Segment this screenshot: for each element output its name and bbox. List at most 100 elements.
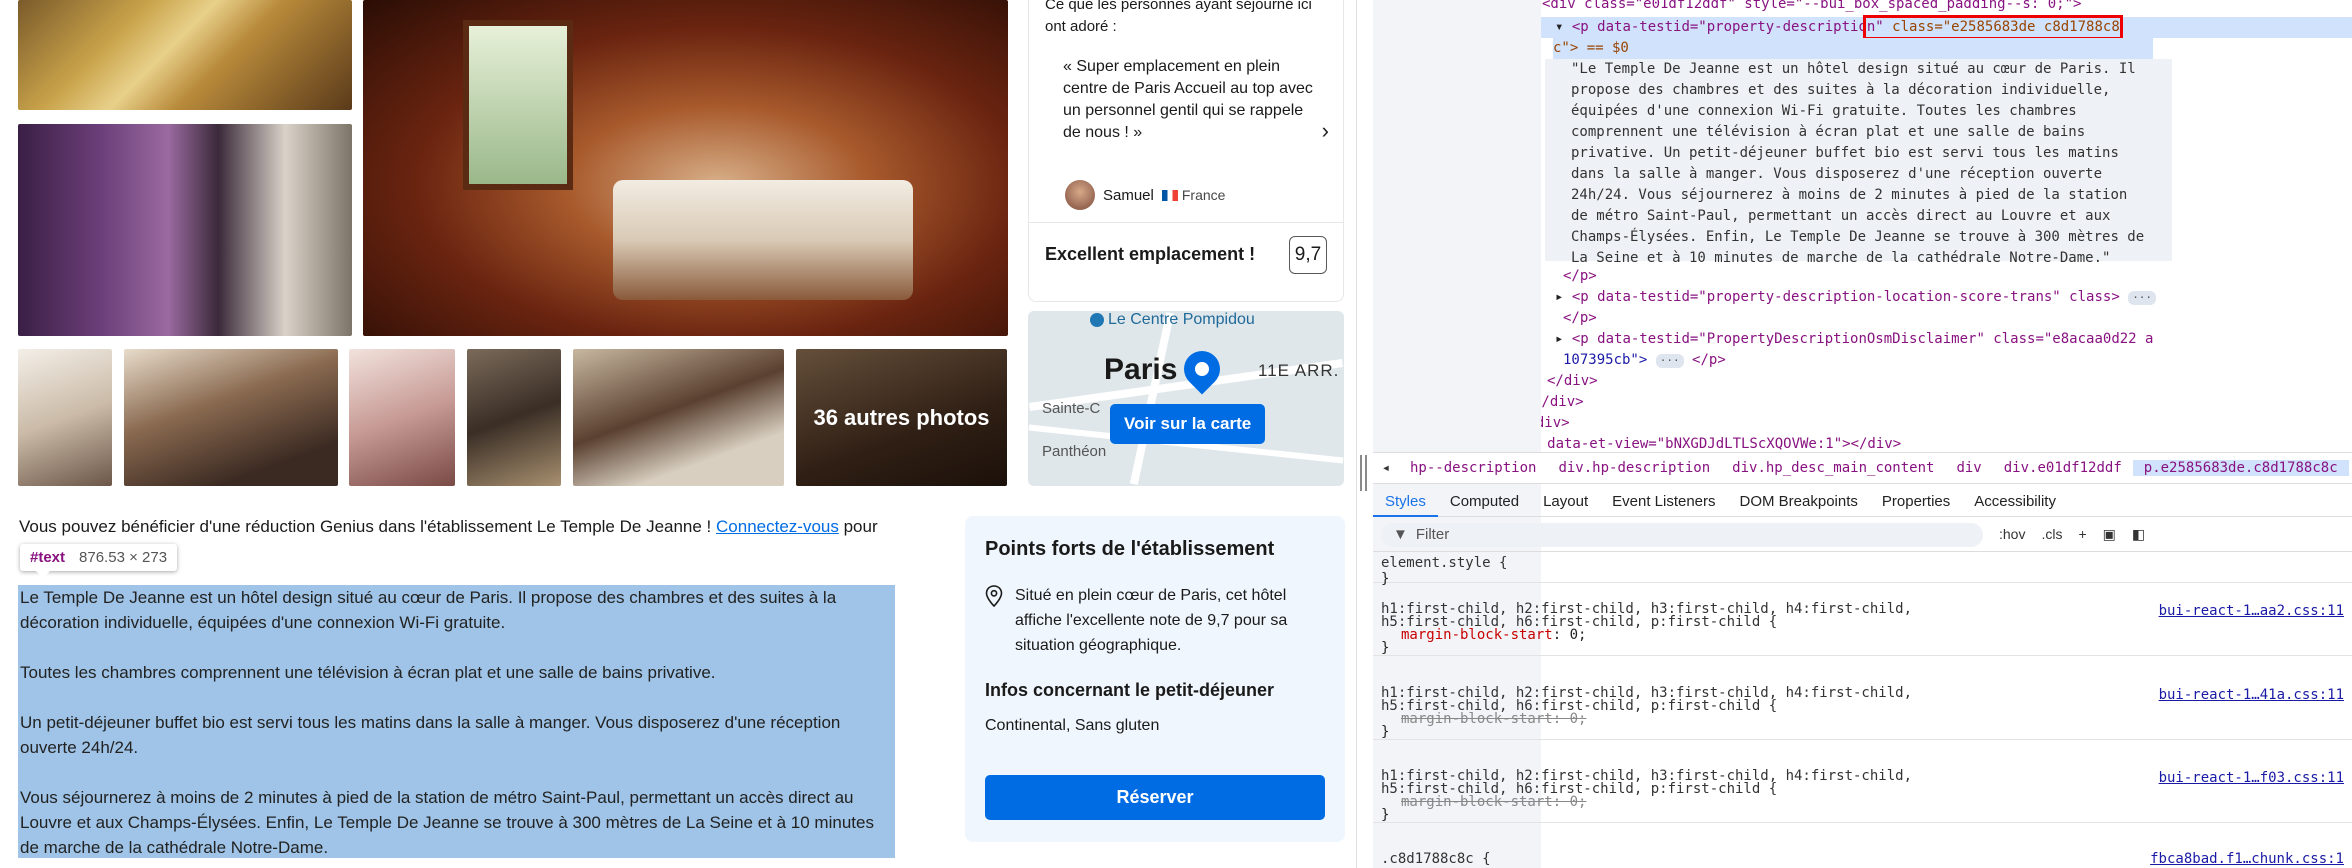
tab-layout[interactable]: Layout [1531, 487, 1600, 517]
breadcrumb: ◂ hp--description div.hp-description div… [1373, 452, 2352, 484]
breadcrumb-item[interactable]: hp--description [1399, 460, 1547, 476]
breadcrumb-item[interactable]: div.e01df12ddf [1993, 460, 2133, 476]
css-property[interactable]: margin-block-start [1401, 627, 1553, 643]
rule-source-link[interactable]: bui-react-1…aa2.css:11 [2159, 604, 2344, 618]
expand-arrow-icon[interactable]: ▸ [1555, 289, 1563, 305]
breadcrumb-item[interactable]: div.hp_desc_main_content [1721, 460, 1945, 476]
breadcrumb-scroll-left-icon[interactable]: ◂ [1373, 460, 1399, 476]
photo-bed [613, 180, 913, 300]
rule-source-link[interactable]: bui-react-1…41a.css:11 [2159, 688, 2344, 702]
css-value[interactable]: 0 [1570, 627, 1578, 643]
breadcrumb-item[interactable]: div [1945, 460, 1992, 476]
filter-placeholder: Filter [1415, 526, 1450, 543]
dom-node-line[interactable]: ▸ <p data-testid="PropertyDescriptionOsm… [1555, 329, 2153, 350]
expand-arrow-icon[interactable]: ▸ [1555, 331, 1563, 347]
tab-event-listeners[interactable]: Event Listeners [1600, 487, 1727, 517]
tab-styles[interactable]: Styles [1373, 487, 1438, 517]
dom-node-line[interactable]: ▸ <p data-testid="property-description-l… [1555, 287, 2157, 308]
map-arrondissement-label: 11E ARR. [1258, 361, 1340, 380]
thumbnail-photo[interactable] [349, 349, 455, 486]
dom-node-line[interactable]: </div> [1547, 371, 1598, 392]
thumbnail-photo[interactable] [573, 349, 784, 486]
resize-handle[interactable] [1360, 455, 1368, 491]
description-paragraph: Le Temple De Jeanne est un hôtel design … [20, 588, 837, 632]
photo-room-purple[interactable] [18, 124, 352, 336]
property-highlights-card: Points forts de l'établissement Situé en… [965, 516, 1345, 842]
guest-review-card: Ce que les personnes ayant séjourné ici … [1028, 0, 1344, 302]
location-rating-label: Excellent emplacement ! [1045, 244, 1256, 264]
photo-main-bedroom[interactable] [363, 0, 1008, 336]
dom-node-line[interactable]: </div> [1541, 413, 1570, 434]
divider [1029, 222, 1343, 223]
view-on-map-button[interactable]: Voir sur la carte [1110, 404, 1266, 444]
css-property-overridden[interactable]: margin-block-start [1401, 711, 1553, 727]
rule-selector: element.style { [1381, 555, 1508, 571]
filter-icon: ▼ [1393, 526, 1408, 543]
filter-input[interactable]: ▼ Filter [1381, 522, 1983, 547]
reserve-button[interactable]: Réserver [985, 775, 1325, 820]
map-label: Sainte-C [1042, 400, 1101, 417]
collapse-arrow-icon[interactable]: ▾ [1555, 19, 1563, 35]
map-label: Panthéon [1042, 443, 1107, 460]
css-property-overridden[interactable]: margin-block-start [1401, 794, 1553, 810]
style-rule: h1:first-child, h2:first-child, h3:first… [1373, 685, 2352, 740]
thumbnail-photo[interactable] [467, 349, 561, 486]
hover-state-toggle[interactable]: :hov [1999, 526, 2025, 543]
tab-dom-breakpoints[interactable]: DOM Breakpoints [1728, 487, 1870, 517]
location-pin-icon [985, 585, 1003, 607]
more-photos-label: 36 autres photos [813, 404, 990, 430]
genius-notice: Vous pouvez bénéficier d'une réduction G… [19, 516, 899, 538]
ellipsis-badge[interactable]: ··· [1655, 354, 1684, 368]
next-review-chevron-icon[interactable]: › [1322, 118, 1329, 144]
genius-text: Vous pouvez bénéficier d'une réduction G… [19, 517, 717, 536]
map-preview[interactable]: Le Centre Pompidou Paris 11E ARR. Sainte… [1028, 311, 1344, 486]
breakfast-info: Continental, Sans gluten [985, 717, 1160, 734]
review-intro: Ce que les personnes ayant séjourné ici … [1045, 0, 1312, 35]
tab-accessibility[interactable]: Accessibility [1962, 487, 2068, 517]
photo-window [463, 20, 573, 190]
dom-node-line[interactable]: <div class="e01df12ddf" style="--bui_box… [1542, 0, 2081, 15]
description-paragraph: Un petit-déjeuner buffet bio est servi t… [20, 713, 841, 757]
elements-tree: <div class="e01df12ddf" style="--bui_box… [1541, 0, 2352, 452]
paint-icon[interactable]: ▣ [2103, 526, 2116, 543]
style-rule: h1:first-child, h2:first-child, h3:first… [1373, 601, 2352, 656]
styles-filter-bar: ▼ Filter :hov .cls + ▣ ◧ [1373, 518, 2352, 552]
ellipsis-badge[interactable]: ··· [2128, 291, 2157, 305]
map-street [1129, 312, 1175, 485]
map-city-label: Paris [1104, 353, 1178, 386]
styles-pane-tabs: Styles Computed Layout Event Listeners D… [1373, 487, 2352, 517]
dom-node-line[interactable]: 107395cb"> ··· </p> [1563, 350, 1726, 371]
tab-properties[interactable]: Properties [1870, 487, 1962, 517]
sidebar-toggle-icon[interactable]: ◧ [2132, 526, 2145, 543]
dom-node-line[interactable]: </p> [1563, 308, 1597, 329]
avatar [1065, 180, 1095, 210]
reviewer-country: France [1181, 187, 1226, 203]
dom-node-line[interactable]: <div data-et-view="bNXGDJdLTLScXQOVWe:1"… [1541, 434, 1901, 452]
new-rule-plus-icon[interactable]: + [2078, 526, 2086, 543]
location-score-badge: 9,7 [1289, 236, 1327, 274]
more-photos-thumbnail[interactable]: 36 autres photos [796, 349, 1007, 486]
text-node-content: "Le Temple De Jeanne est un hôtel design… [1571, 61, 2145, 266]
rule-source-link[interactable]: bui-react-1…f03.css:11 [2159, 771, 2344, 785]
map-poi-label: Le Centre Pompidou [1108, 311, 1255, 328]
breadcrumb-item[interactable]: div.hp-description [1547, 460, 1721, 476]
class-toggle[interactable]: .cls [2041, 526, 2062, 543]
rule-source-link[interactable]: fbca8bad.f1…chunk.css:1 [2150, 851, 2344, 867]
genius-text-end: pour [838, 517, 878, 536]
museum-pin-icon [1090, 313, 1104, 327]
photo-room-gold[interactable] [18, 0, 352, 110]
tooltip-dimensions: 876.53 × 273 [79, 549, 168, 566]
style-rule: h1:first-child, h2:first-child, h3:first… [1373, 768, 2352, 823]
sign-in-link[interactable]: Connectez-vous [716, 517, 839, 536]
property-description: Le Temple De Jeanne est un hôtel design … [18, 585, 895, 858]
dom-node-line[interactable]: </p> [1563, 266, 1597, 287]
tab-computed[interactable]: Computed [1438, 487, 1531, 517]
highlight-location-text: Situé en plein cœur de Paris, cet hôtel … [1015, 587, 1288, 654]
style-rule: .c8d1788c8c { fbca8bad.f1…chunk.css:1 [1373, 849, 2352, 868]
breadcrumb-item-selected[interactable]: p.e2585683de.c8d1788c8c [2132, 460, 2349, 476]
thumbnail-photo[interactable] [124, 349, 338, 486]
style-rule: element.style { } [1373, 553, 2352, 587]
dom-node-line[interactable]: </div> [1541, 392, 1584, 413]
thumbnail-photo[interactable] [18, 349, 112, 486]
description-paragraph: Toutes les chambres comprennent une télé… [20, 663, 716, 682]
